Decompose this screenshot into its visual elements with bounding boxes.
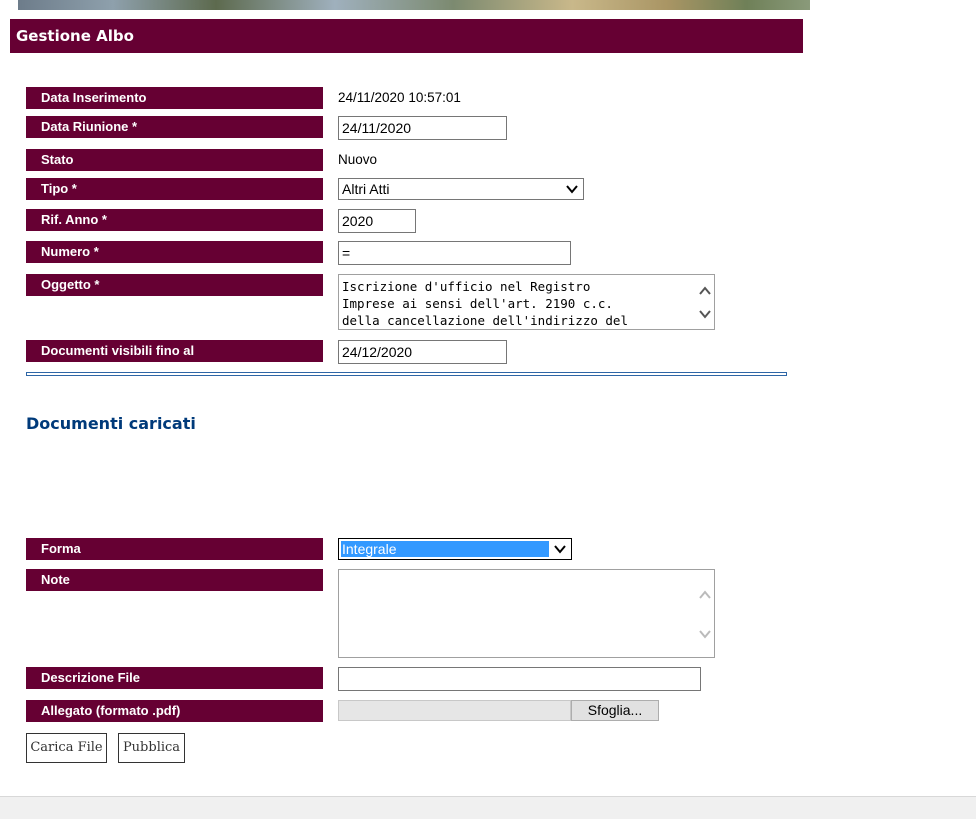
descrizione-file-input[interactable] <box>338 667 701 691</box>
note-textarea[interactable] <box>338 569 715 658</box>
label-rif-anno: Rif. Anno * <box>26 209 323 231</box>
scroll-up-icon <box>699 286 711 295</box>
label-descrizione-file: Descrizione File <box>26 667 323 689</box>
label-tipo: Tipo * <box>26 178 323 200</box>
allegato-file-input[interactable]: Sfoglia... <box>338 700 659 721</box>
stato-value: Nuovo <box>338 152 378 167</box>
documenti-visibili-input[interactable]: 24/12/2020 <box>338 340 507 364</box>
allegato-file-path <box>338 700 571 721</box>
numero-input[interactable]: = <box>338 241 571 265</box>
label-data-riunione: Data Riunione * <box>26 116 323 138</box>
oggetto-textarea[interactable]: Iscrizione d'ufficio nel Registro Impres… <box>338 274 715 330</box>
label-documenti-visibili: Documenti visibili fino al <box>26 340 323 362</box>
section-title-documenti: Documenti caricati <box>26 414 196 433</box>
label-forma: Forma <box>26 538 323 560</box>
scroll-down-icon <box>699 630 711 639</box>
browse-button[interactable]: Sfoglia... <box>571 700 659 721</box>
upload-file-button[interactable]: Carica File <box>26 733 107 763</box>
label-stato: Stato <box>26 149 323 171</box>
note-scrollbar[interactable] <box>696 570 714 657</box>
page-footer <box>0 796 976 819</box>
rif-anno-input[interactable]: 2020 <box>338 209 416 233</box>
header-banner-image <box>18 0 810 10</box>
label-oggetto: Oggetto * <box>26 274 323 296</box>
data-riunione-input[interactable]: 24/11/2020 <box>338 116 507 140</box>
label-note: Note <box>26 569 323 591</box>
chevron-down-icon <box>554 545 566 554</box>
label-data-inserimento: Data Inserimento <box>26 87 323 109</box>
forma-select[interactable]: Integrale <box>338 538 572 560</box>
tipo-select[interactable]: Altri Atti <box>338 178 584 200</box>
oggetto-scrollbar[interactable] <box>696 275 714 329</box>
data-inserimento-value: 24/11/2020 10:57:01 <box>338 90 461 105</box>
oggetto-text: Iscrizione d'ufficio nel Registro Impres… <box>342 279 628 328</box>
scroll-up-icon <box>699 590 711 599</box>
section-separator <box>26 372 787 376</box>
label-allegato: Allegato (formato .pdf) <box>26 700 323 722</box>
chevron-down-icon <box>566 185 578 194</box>
page-title-bar: Gestione Albo <box>10 19 803 53</box>
page-title: Gestione Albo <box>16 27 134 45</box>
label-numero: Numero * <box>26 241 323 263</box>
publish-button[interactable]: Pubblica <box>118 733 185 763</box>
scroll-down-icon <box>699 310 711 319</box>
